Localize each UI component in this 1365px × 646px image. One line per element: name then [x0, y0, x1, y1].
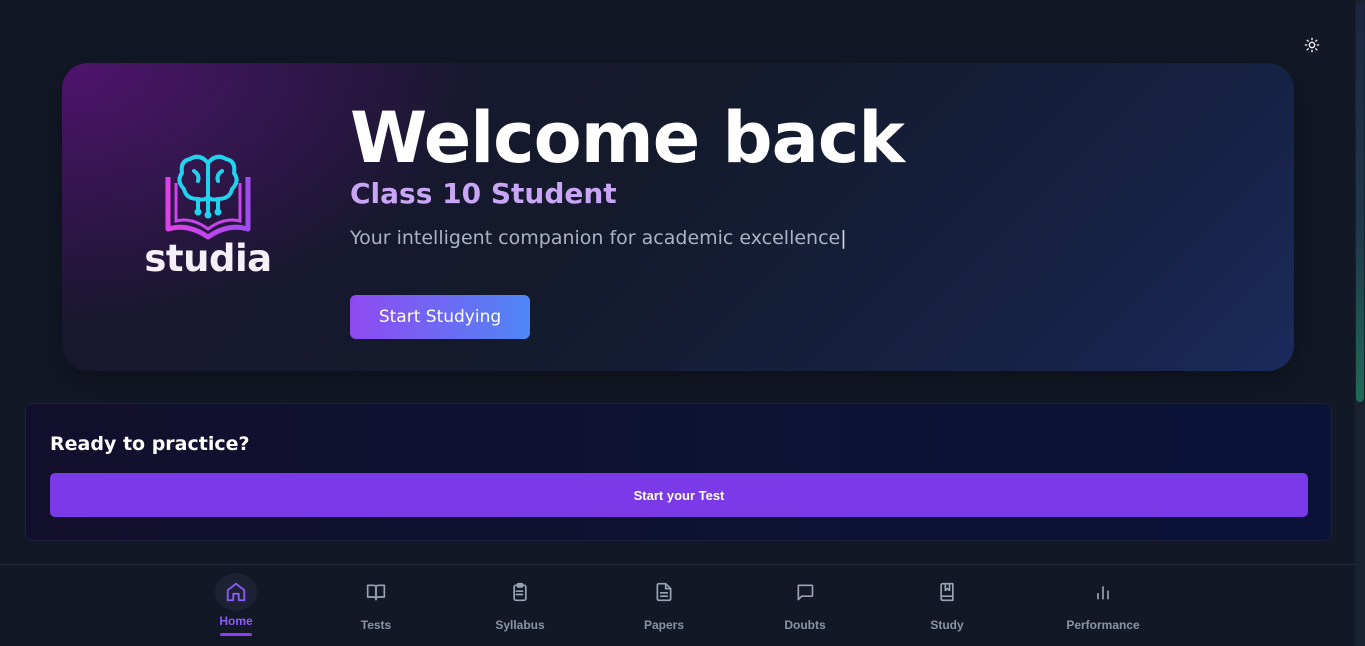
brain-book-icon — [165, 154, 251, 240]
clipboard-list-icon — [513, 582, 527, 602]
hero-banner: studia Welcome back Class 10 Student You… — [62, 63, 1294, 371]
nav-label-tests: Tests — [360, 618, 392, 632]
nav-item-tests[interactable]: Tests — [321, 565, 431, 646]
file-text-icon — [656, 582, 672, 602]
practice-card: Ready to practice? Start your Test — [25, 403, 1332, 541]
bar-chart-icon — [1097, 586, 1109, 600]
scrollbar-thumb[interactable] — [1356, 2, 1364, 402]
nav-item-papers[interactable]: Papers — [609, 565, 719, 646]
book-open-icon — [366, 584, 386, 601]
message-square-icon — [797, 584, 814, 601]
sun-icon — [1304, 37, 1320, 53]
nav-label-home: Home — [219, 614, 253, 628]
bottom-navigation: Home Tests Syllabus Papers Doubts Study … — [0, 564, 1355, 646]
nav-label-performance: Performance — [1066, 618, 1140, 632]
studia-logo: studia — [144, 149, 272, 284]
hero-description: Your intelligent companion for academic … — [350, 227, 847, 249]
nav-item-syllabus[interactable]: Syllabus — [465, 565, 575, 646]
start-test-button[interactable]: Start your Test — [50, 473, 1308, 517]
user-class-subtitle: Class 10 Student — [350, 177, 617, 210]
nav-label-doubts: Doubts — [784, 618, 826, 632]
nav-label-syllabus: Syllabus — [495, 618, 545, 632]
hero-description-text: Your intelligent companion for academic … — [350, 227, 841, 249]
logo-wordmark: studia — [144, 237, 272, 280]
home-icon — [226, 582, 246, 602]
start-studying-button[interactable]: Start Studying — [350, 295, 530, 339]
page-scrollbar[interactable] — [1355, 0, 1365, 646]
theme-toggle-button[interactable] — [1298, 32, 1326, 58]
nav-label-papers: Papers — [643, 618, 685, 632]
nav-label-study: Study — [930, 618, 964, 632]
nav-item-study[interactable]: Study — [892, 565, 1002, 646]
book-bookmark-icon — [940, 582, 954, 602]
practice-title: Ready to practice? — [50, 433, 250, 455]
typing-cursor: | — [840, 227, 847, 249]
welcome-title: Welcome back — [350, 97, 905, 179]
nav-item-performance[interactable]: Performance — [1048, 565, 1158, 646]
nav-item-doubts[interactable]: Doubts — [750, 565, 860, 646]
nav-item-home[interactable]: Home — [181, 565, 291, 646]
active-indicator — [220, 633, 252, 636]
